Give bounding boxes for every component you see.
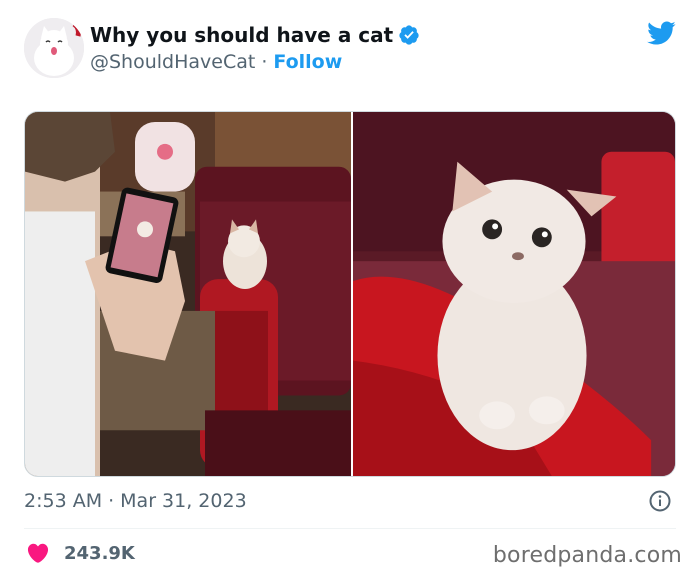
tweet-date: Mar 31, 2023 — [120, 490, 247, 512]
follow-button[interactable]: Follow — [273, 49, 342, 75]
tweet-timestamp[interactable]: 2:53 AM · Mar 31, 2023 — [24, 488, 247, 514]
twitter-bird-icon[interactable] — [646, 18, 676, 48]
verified-badge-icon — [399, 25, 419, 45]
photo-kitten-closeup[interactable] — [353, 112, 675, 476]
watermark: boredpanda.com — [492, 543, 682, 568]
display-name-row: Why you should have a cat — [90, 22, 420, 48]
separator-dot: · — [261, 51, 268, 73]
info-icon[interactable] — [648, 489, 672, 513]
avatar[interactable] — [24, 18, 84, 78]
tweet-time: 2:53 AM — [24, 490, 103, 512]
timestamp-separator: · — [108, 490, 115, 512]
photo-kitten-being-photographed[interactable] — [25, 112, 351, 476]
like-action[interactable]: 243.9K — [26, 541, 135, 565]
like-count: 243.9K — [64, 542, 135, 564]
divider — [24, 528, 676, 529]
tweet-media[interactable] — [24, 111, 676, 477]
tweet-header: Why you should have a cat @ShouldHaveCat… — [24, 18, 676, 78]
handle[interactable]: @ShouldHaveCat — [90, 49, 255, 75]
handle-row: @ShouldHaveCat · Follow — [90, 49, 342, 75]
display-name[interactable]: Why you should have a cat — [90, 22, 393, 48]
heart-icon[interactable] — [26, 541, 50, 565]
